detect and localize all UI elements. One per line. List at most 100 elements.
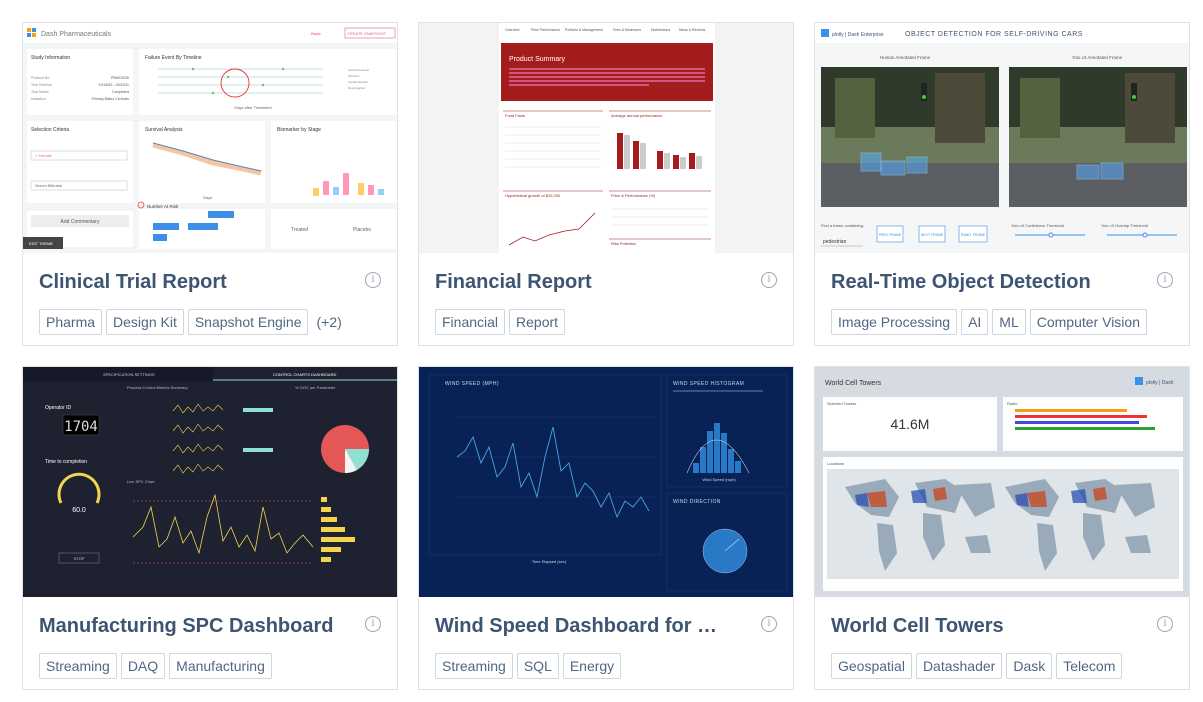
page-heading: World Cell Towers xyxy=(825,380,882,387)
tag-computer-vision[interactable]: Computer Vision xyxy=(1029,309,1147,335)
metrics-title: Process Control Metrics Summary xyxy=(127,385,188,390)
number-at-risk-label: Number At Risk xyxy=(147,204,179,209)
edit-theme-button[interactable]: EDIT THEME xyxy=(29,241,53,246)
card-title[interactable]: Real-Time Object Detection xyxy=(831,271,1131,294)
operator-id-label: Operator ID xyxy=(45,405,72,411)
thumbnail-wind-speed[interactable]: WIND SPEED (MPH) Time Elapsed (sec) WIND… xyxy=(419,367,793,597)
nav-fees[interactable]: Fees & Minimums xyxy=(613,28,641,32)
tag-daq[interactable]: DAQ xyxy=(120,653,166,679)
create-snapshot-button[interactable]: CREATE SNAPSHOT xyxy=(347,31,387,36)
confidence-label: Yolo v3 Confidence Threshold xyxy=(1011,223,1064,228)
svg-text:Placebo: Placebo xyxy=(353,227,371,233)
performance-title: Average annual performance xyxy=(611,113,663,118)
info-icon[interactable]: i xyxy=(1157,616,1173,632)
thumbnail-object-detection[interactable]: plotly | Dash Enterprise OBJECT DETECTIO… xyxy=(815,23,1189,253)
svg-text:Basic: Basic xyxy=(311,31,321,36)
thumbnail-clinical-trial[interactable]: Dash Pharmaceuticals CREATE SNAPSHOT Bas… xyxy=(23,23,397,253)
study-info-title: Study Information xyxy=(31,55,70,61)
app-card-object-detection[interactable]: plotly | Dash Enterprise OBJECT DETECTIO… xyxy=(814,22,1190,346)
svg-text:Protocol No.: Protocol No. xyxy=(31,76,50,80)
tag-ml[interactable]: ML xyxy=(992,309,1026,335)
info-icon[interactable]: i xyxy=(365,616,381,632)
tab-specification[interactable]: SPECIFICATION SETTINGS xyxy=(103,372,155,377)
info-icon[interactable]: i xyxy=(761,272,777,288)
card-title[interactable]: Clinical Trial Report xyxy=(39,271,339,294)
more-tags-count[interactable]: (+2) xyxy=(316,314,341,330)
card-title[interactable]: Manufacturing SPC Dashboard xyxy=(39,615,339,638)
svg-text:Primary Biliary Cirrhosis: Primary Biliary Cirrhosis xyxy=(92,97,130,101)
tag-pharma[interactable]: Pharma xyxy=(39,309,103,335)
tag-streaming[interactable]: Streaming xyxy=(435,653,513,679)
tag-dask[interactable]: Dask xyxy=(1006,653,1053,679)
tag-snapshot-engine[interactable]: Snapshot Engine xyxy=(187,309,309,335)
tab-control-charts[interactable]: CONTROL CHARTS DASHBOARD xyxy=(273,372,336,377)
tag-list: Streaming DAQ Manufacturing xyxy=(39,653,272,679)
histogram-title: WIND SPEED HISTOGRAM xyxy=(673,381,744,387)
gauge-value: 60.0 xyxy=(72,507,86,514)
svg-text:Trial Timeline: Trial Timeline xyxy=(31,83,52,87)
info-icon[interactable]: i xyxy=(761,616,777,632)
svg-text:Serum Bilirubin: Serum Bilirubin xyxy=(35,183,62,188)
radio-label: Radio xyxy=(1007,401,1018,406)
locations-label: Locations xyxy=(827,461,844,466)
confidence-slider[interactable] xyxy=(1048,232,1054,238)
app-card-wind-speed[interactable]: WIND SPEED (MPH) Time Elapsed (sec) WIND… xyxy=(418,366,794,690)
biomarker-title: Biomarker by Stage xyxy=(277,127,321,133)
tag-ai[interactable]: AI xyxy=(961,309,989,335)
prev-frame-button[interactable]: PREV FRAME xyxy=(879,233,902,237)
tag-sql[interactable]: SQL xyxy=(516,653,559,679)
tag-financial[interactable]: Financial xyxy=(435,309,506,335)
stop-button[interactable]: STOP xyxy=(74,556,85,561)
svg-text:Treated: Treated xyxy=(291,227,308,233)
card-title[interactable]: Financial Report xyxy=(435,271,735,294)
fund-facts-title: Fund Facts xyxy=(505,113,525,118)
nav-price-performance[interactable]: Price Performance xyxy=(531,28,560,32)
human-frame-label: Human Annotated Frame xyxy=(880,55,931,60)
thumbnail-manufacturing-spc[interactable]: SPECIFICATION SETTINGS CONTROL CHARTS DA… xyxy=(23,367,397,597)
app-card-financial-report[interactable]: Overview Price Performance Portfolio & M… xyxy=(418,22,794,346)
overlap-label: Yolo v3 Overlap Threshold xyxy=(1101,223,1148,228)
class-dropdown[interactable]: pedestrian xyxy=(823,239,847,245)
nav-distributions[interactable]: Distributions xyxy=(651,28,671,32)
next-frame-button[interactable]: NEXT FRAME xyxy=(921,233,944,237)
svg-text:PBMC0030: PBMC0030 xyxy=(111,76,129,80)
thumbnail-world-cell-towers[interactable]: World Cell Towers plotly | Dash Selected… xyxy=(815,367,1189,597)
page-heading: OBJECT DETECTION FOR SELF-DRIVING CARS xyxy=(905,31,1083,38)
thumbnail-financial-report[interactable]: Overview Price Performance Portfolio & M… xyxy=(419,23,793,253)
app-card-world-cell-towers[interactable]: World Cell Towers plotly | Dash Selected… xyxy=(814,366,1190,690)
tag-design-kit[interactable]: Design Kit xyxy=(106,309,184,335)
tag-telecom[interactable]: Telecom xyxy=(1056,653,1123,679)
random-frame-button[interactable]: RAND. FRAME xyxy=(961,233,986,237)
info-icon[interactable]: i xyxy=(1157,272,1173,288)
svg-text:Days: Days xyxy=(203,195,212,200)
tag-geospatial[interactable]: Geospatial xyxy=(831,653,912,679)
info-icon[interactable]: i xyxy=(365,272,381,288)
tag-streaming[interactable]: Streaming xyxy=(39,653,117,679)
tag-list: Financial Report xyxy=(435,309,566,335)
card-title[interactable]: Wind Speed Dashboard for … xyxy=(435,615,735,638)
direction-title: WIND DIRECTION xyxy=(673,499,721,505)
time-axis-label: Time Elapsed (sec) xyxy=(532,559,567,564)
ooc-title: % OOC per Parameter xyxy=(295,385,336,390)
tag-image-processing[interactable]: Image Processing xyxy=(831,309,958,335)
tag-datashader[interactable]: Datashader xyxy=(915,653,1003,679)
brand-label: plotly | Dash Enterprise xyxy=(832,32,884,38)
tag-energy[interactable]: Energy xyxy=(562,653,622,679)
nav-overview[interactable]: Overview xyxy=(505,28,520,32)
nav-news[interactable]: News & Reviews xyxy=(679,28,706,32)
svg-text:× Female: × Female xyxy=(35,153,53,158)
overlap-slider[interactable] xyxy=(1142,232,1148,238)
tag-report[interactable]: Report xyxy=(509,309,566,335)
card-title[interactable]: World Cell Towers xyxy=(831,615,1131,638)
tag-manufacturing[interactable]: Manufacturing xyxy=(169,653,272,679)
app-card-clinical-trial[interactable]: Dash Pharmaceuticals CREATE SNAPSHOT Bas… xyxy=(22,22,398,346)
app-card-manufacturing-spc[interactable]: SPECIFICATION SETTINGS CONTROL CHARTS DA… xyxy=(22,366,398,690)
product-summary-title: Product Summary xyxy=(509,56,566,63)
nav-portfolio[interactable]: Portfolio & Management xyxy=(565,28,603,32)
live-spc-title: Live SPC Chart xyxy=(127,479,155,484)
failure-chart-title: Failure Event By Timeline xyxy=(145,55,202,61)
svg-text:10/16/30 - 10/04/31: 10/16/30 - 10/04/31 xyxy=(99,83,129,87)
svg-text:Infection: Infection xyxy=(348,74,360,78)
price-title: Price & Performance (%) xyxy=(611,193,656,198)
tag-list: Pharma Design Kit Snapshot Engine (+2) xyxy=(39,309,342,335)
